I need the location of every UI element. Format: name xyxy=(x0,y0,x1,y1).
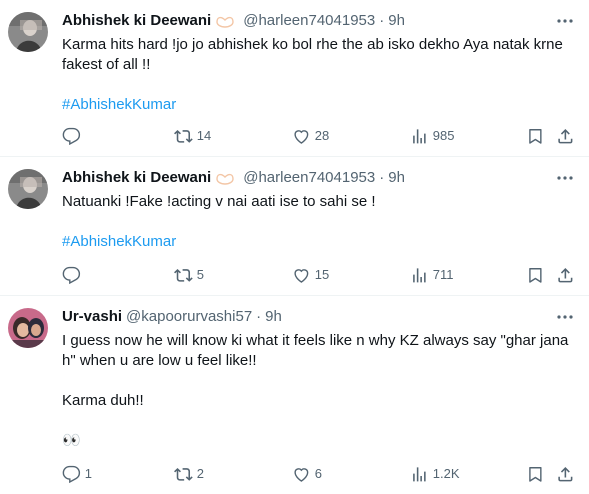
retweet-button[interactable]: 14 xyxy=(174,126,211,146)
views-icon xyxy=(413,267,426,283)
tweet-actions: 5 15 711 xyxy=(62,265,575,285)
retweet-count: 14 xyxy=(196,128,212,143)
retweet-count: 5 xyxy=(196,267,204,282)
views-button[interactable]: 711 xyxy=(410,265,453,285)
separator-dot: · xyxy=(379,169,385,186)
retweet-button[interactable]: 2 xyxy=(174,464,204,484)
tweet-text: I guess now he will know ki what it feel… xyxy=(62,332,569,449)
reply-button[interactable] xyxy=(62,126,85,146)
tweet-header: Ur-vashi @kapoorurvashi57 · 9h xyxy=(62,307,575,327)
share-button[interactable] xyxy=(556,265,575,285)
share-icon xyxy=(558,267,573,283)
share-icon xyxy=(558,128,573,144)
author-name[interactable]: Ur-vashi xyxy=(62,307,122,327)
like-count: 15 xyxy=(314,267,330,282)
author-handle[interactable]: @harleen74041953 xyxy=(243,168,375,188)
views-count: 1.2K xyxy=(432,466,460,481)
share-icon xyxy=(558,466,573,482)
retweet-button[interactable]: 5 xyxy=(174,265,204,285)
timestamp[interactable]: 9h xyxy=(265,307,282,327)
heart-icon xyxy=(294,268,309,283)
views-button[interactable]: 1.2K xyxy=(410,464,460,484)
tweet-header: Abhishek ki Deewani @harleen74041953 · 9… xyxy=(62,11,575,31)
retweet-icon xyxy=(174,467,193,481)
avatar[interactable] xyxy=(8,169,48,209)
separator-dot: · xyxy=(256,308,262,325)
reply-icon xyxy=(62,465,81,483)
like-count: 6 xyxy=(314,466,322,481)
retweet-icon xyxy=(174,268,193,282)
reply-button[interactable]: 1 xyxy=(62,464,92,484)
tweet-content: Abhishek ki Deewani @harleen74041953 · 9… xyxy=(62,11,575,115)
hands-heart-emoji-icon xyxy=(215,14,235,28)
avatar[interactable] xyxy=(8,12,48,52)
share-button[interactable] xyxy=(556,126,575,146)
like-button[interactable]: 15 xyxy=(292,265,329,285)
share-button[interactable] xyxy=(556,464,575,484)
reply-icon xyxy=(62,266,81,284)
like-count: 28 xyxy=(314,128,330,143)
views-icon xyxy=(413,128,426,144)
views-count: 985 xyxy=(432,128,455,143)
tweet-content: Ur-vashi @kapoorurvashi57 · 9h I guess n… xyxy=(62,307,575,451)
bookmark-button[interactable] xyxy=(526,464,545,484)
tweet-text: Karma hits hard !jo jo abhishek ko bol r… xyxy=(62,36,568,73)
timestamp[interactable]: 9h xyxy=(388,168,405,188)
tweet-header: Abhishek ki Deewani @harleen74041953 · 9… xyxy=(62,168,575,188)
reply-button[interactable] xyxy=(62,265,85,285)
tweet-text: Natuanki !Fake !acting v nai aati ise to… xyxy=(62,193,376,210)
tweet-feed: Abhishek ki Deewani @harleen74041953 · 9… xyxy=(0,0,589,494)
bookmark-icon xyxy=(529,267,542,283)
tweet-actions: 1 2 6 1.2K xyxy=(62,464,575,484)
more-icon[interactable] xyxy=(555,307,575,327)
like-button[interactable]: 28 xyxy=(292,126,329,146)
bookmark-button[interactable] xyxy=(526,265,545,285)
retweet-icon xyxy=(174,129,193,143)
views-button[interactable]: 985 xyxy=(410,126,454,146)
like-button[interactable]: 6 xyxy=(292,464,322,484)
hands-heart-emoji-icon xyxy=(215,171,235,185)
tweet-content: Abhishek ki Deewani @harleen74041953 · 9… xyxy=(62,168,575,252)
more-icon[interactable] xyxy=(555,168,575,188)
views-count: 711 xyxy=(432,267,454,282)
timestamp[interactable]: 9h xyxy=(388,11,405,31)
tweet-actions: 14 28 985 xyxy=(62,126,575,146)
hashtag-link[interactable]: #AbhishekKumar xyxy=(62,232,575,252)
separator-dot: · xyxy=(379,12,385,29)
hashtag-link[interactable]: #AbhishekKumar xyxy=(62,95,575,115)
author-handle[interactable]: @harleen74041953 xyxy=(243,11,375,31)
heart-icon xyxy=(294,129,309,144)
avatar[interactable] xyxy=(8,308,48,348)
author-name[interactable]: Abhishek ki Deewani xyxy=(62,11,211,31)
bookmark-icon xyxy=(529,466,542,482)
author-handle[interactable]: @kapoorurvashi57 xyxy=(126,307,252,327)
bookmark-icon xyxy=(529,128,542,144)
heart-icon xyxy=(294,467,309,482)
reply-icon xyxy=(62,127,81,145)
views-icon xyxy=(413,466,426,482)
more-icon[interactable] xyxy=(555,11,575,31)
reply-count: 1 xyxy=(84,466,92,481)
bookmark-button[interactable] xyxy=(526,126,545,146)
author-name[interactable]: Abhishek ki Deewani xyxy=(62,168,211,188)
retweet-count: 2 xyxy=(196,466,204,481)
